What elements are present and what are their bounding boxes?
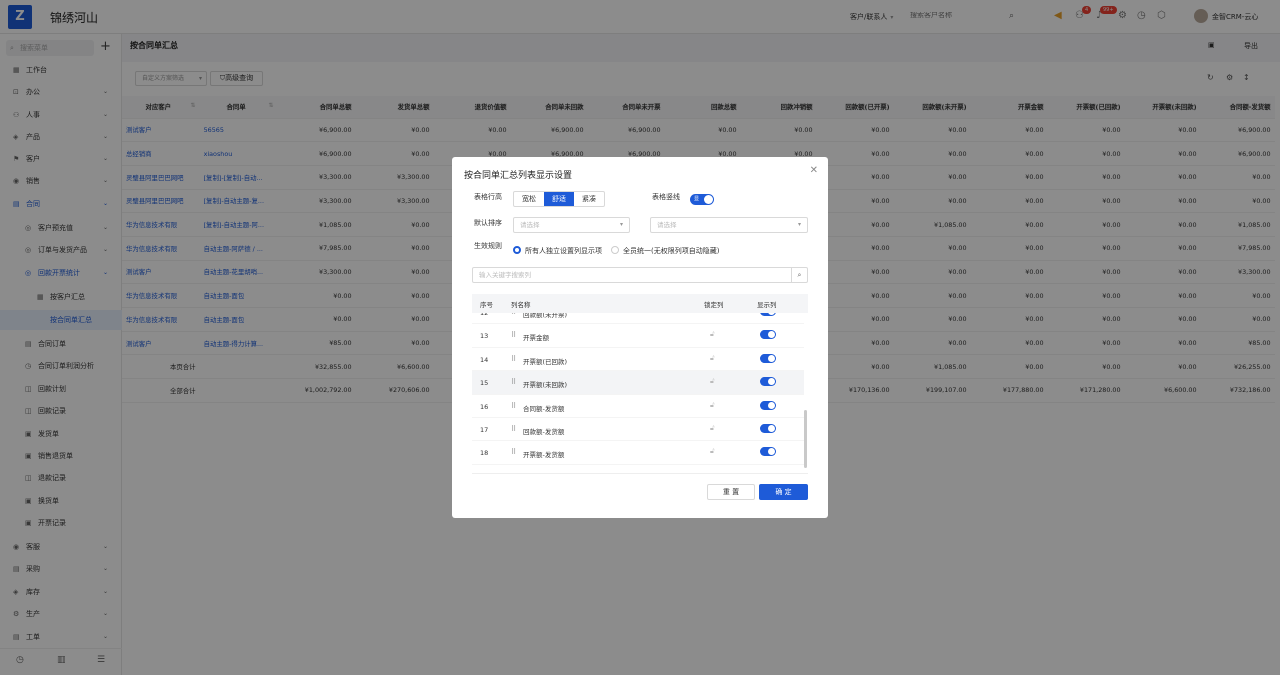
switch-knob	[768, 425, 775, 432]
lock-icon[interactable]: 🔓︎	[710, 401, 715, 410]
column-search-placeholder: 输入关键字搜索列	[479, 271, 531, 279]
rule-radio-unified[interactable]: 全员统一(无权限列项自动隐藏)	[611, 246, 719, 256]
column-list-row[interactable]: 17 ⠿ 回款额-发货额 🔓︎	[472, 418, 804, 442]
row-height-segmented: 宽松 舒适 紧凑	[513, 191, 605, 207]
column-search-input[interactable]: 输入关键字搜索列 ⌕	[472, 267, 808, 283]
column-list-row[interactable]: 15 ⠿ 开票额(未回款) 🔓︎	[472, 371, 804, 395]
lock-icon[interactable]: 🔓︎	[710, 330, 715, 339]
switch-knob	[768, 331, 775, 339]
column-list-row[interactable]: 14 ⠿ 开票额(已回款) 🔓︎	[472, 348, 804, 372]
switch-knob	[768, 354, 775, 362]
effective-rule-label: 生效规则	[474, 242, 502, 250]
divider	[472, 473, 808, 474]
chevron-down-icon: ▾	[619, 221, 623, 228]
show-column-switch[interactable]	[760, 353, 776, 363]
column-list-row[interactable]: 16 ⠿ 合同额-发货额 🔓︎	[472, 395, 804, 418]
show-column-switch[interactable]	[760, 424, 776, 433]
switch-knob	[768, 378, 775, 386]
column-index: 17	[480, 426, 489, 434]
switch-text: 显	[694, 196, 700, 202]
column-index: 16	[480, 402, 489, 411]
rule-radio-independent[interactable]: 所有人独立设置列显示项	[513, 246, 602, 256]
lock-icon[interactable]: 🔓︎	[710, 424, 715, 433]
drag-handle-icon[interactable]: ⠿	[511, 448, 516, 456]
column-index: 15	[480, 379, 489, 388]
show-column-switch[interactable]	[760, 377, 776, 387]
row-height-option-comfort[interactable]: 舒适	[544, 192, 574, 206]
column-settings-dialog: 按合同单汇总列表显示设置 ✕ 表格行高 宽松 舒适 紧凑 表格竖线 显 默认排序…	[452, 157, 828, 518]
show-column-switch[interactable]	[760, 400, 776, 410]
lock-icon[interactable]: 🔓︎	[710, 447, 715, 456]
column-name: 开票额(已回款)	[523, 357, 568, 366]
drag-handle-icon[interactable]: ⠿	[511, 378, 516, 386]
drag-handle-icon[interactable]: ⠿	[511, 425, 516, 433]
column-list-header: 序号 列名称 锁定列 显示列	[472, 294, 808, 313]
radio-unchecked	[611, 246, 619, 254]
column-list-row[interactable]: 18 ⠿ 开票额-发货额 🔓︎	[472, 441, 804, 465]
show-column-switch[interactable]	[760, 330, 776, 340]
lock-icon[interactable]: 🔓︎	[710, 377, 715, 386]
rule-option-label: 全员统一(无权限列项自动隐藏)	[623, 247, 720, 255]
sort-order-placeholder: 请选择	[657, 221, 677, 229]
row-height-option-loose[interactable]: 宽松	[514, 192, 544, 206]
switch-knob	[768, 401, 775, 409]
chevron-down-icon: ▾	[797, 221, 801, 228]
column-list: 12 ⠿ 回款额(未开票) 🔓︎ 13 ⠿ 开票金额 🔓︎ 14 ⠿ 开票额(已回款) 🔓︎ 15 ⠿ 开票…	[472, 313, 808, 473]
column-index: 14	[480, 355, 489, 364]
vertical-line-label: 表格竖线	[652, 193, 680, 201]
column-name: 回款额(未开票)	[523, 313, 568, 319]
column-name: 开票金额	[523, 334, 549, 343]
column-name: 合同额-发货额	[523, 404, 565, 413]
sort-field-placeholder: 请选择	[520, 221, 540, 229]
switch-knob	[768, 313, 775, 315]
close-icon[interactable]: ✕	[810, 165, 818, 176]
reset-button[interactable]: 重 置	[707, 484, 755, 500]
search-icon[interactable]: ⌕	[791, 268, 807, 282]
column-list-row[interactable]: 13 ⠿ 开票金额 🔓︎	[472, 324, 804, 348]
lock-icon[interactable]: 🔓︎	[710, 313, 715, 316]
dialog-title: 按合同单汇总列表显示设置	[464, 171, 573, 181]
radio-checked	[513, 246, 521, 254]
column-name: 回款额-发货额	[523, 428, 565, 436]
th-show: 显示列	[757, 301, 777, 309]
sort-order-select[interactable]: 请选择 ▾	[650, 217, 808, 233]
drag-handle-icon[interactable]: ⠿	[511, 355, 516, 363]
show-column-switch[interactable]	[760, 447, 776, 457]
rule-option-label: 所有人独立设置列显示项	[525, 247, 602, 255]
column-index: 18	[480, 449, 489, 458]
column-name: 开票额-发货额	[523, 451, 565, 460]
vertical-line-switch[interactable]: 显	[690, 194, 714, 205]
th-name: 列名称	[511, 301, 531, 309]
drag-handle-icon[interactable]: ⠿	[511, 402, 516, 410]
show-column-switch[interactable]	[760, 313, 776, 316]
switch-knob	[768, 448, 775, 456]
confirm-button[interactable]: 确 定	[759, 484, 808, 500]
column-index: 13	[480, 332, 489, 341]
column-list-row[interactable]: 12 ⠿ 回款额(未开票) 🔓︎	[472, 313, 804, 325]
column-name: 开票额(未回款)	[523, 381, 568, 390]
switch-knob	[704, 195, 713, 204]
column-list-scrollbar[interactable]	[804, 410, 807, 468]
lock-icon[interactable]: 🔓︎	[710, 354, 715, 363]
row-height-option-compact[interactable]: 紧凑	[574, 192, 604, 206]
sort-field-select[interactable]: 请选择 ▾	[513, 217, 630, 233]
drag-handle-icon[interactable]: ⠿	[511, 331, 516, 339]
th-index: 序号	[480, 301, 493, 309]
drag-handle-icon[interactable]: ⠿	[511, 313, 516, 316]
default-sort-label: 默认排序	[474, 219, 502, 227]
column-index: 12	[480, 313, 489, 317]
th-lock: 锁定列	[704, 301, 724, 309]
row-height-label: 表格行高	[474, 193, 502, 201]
